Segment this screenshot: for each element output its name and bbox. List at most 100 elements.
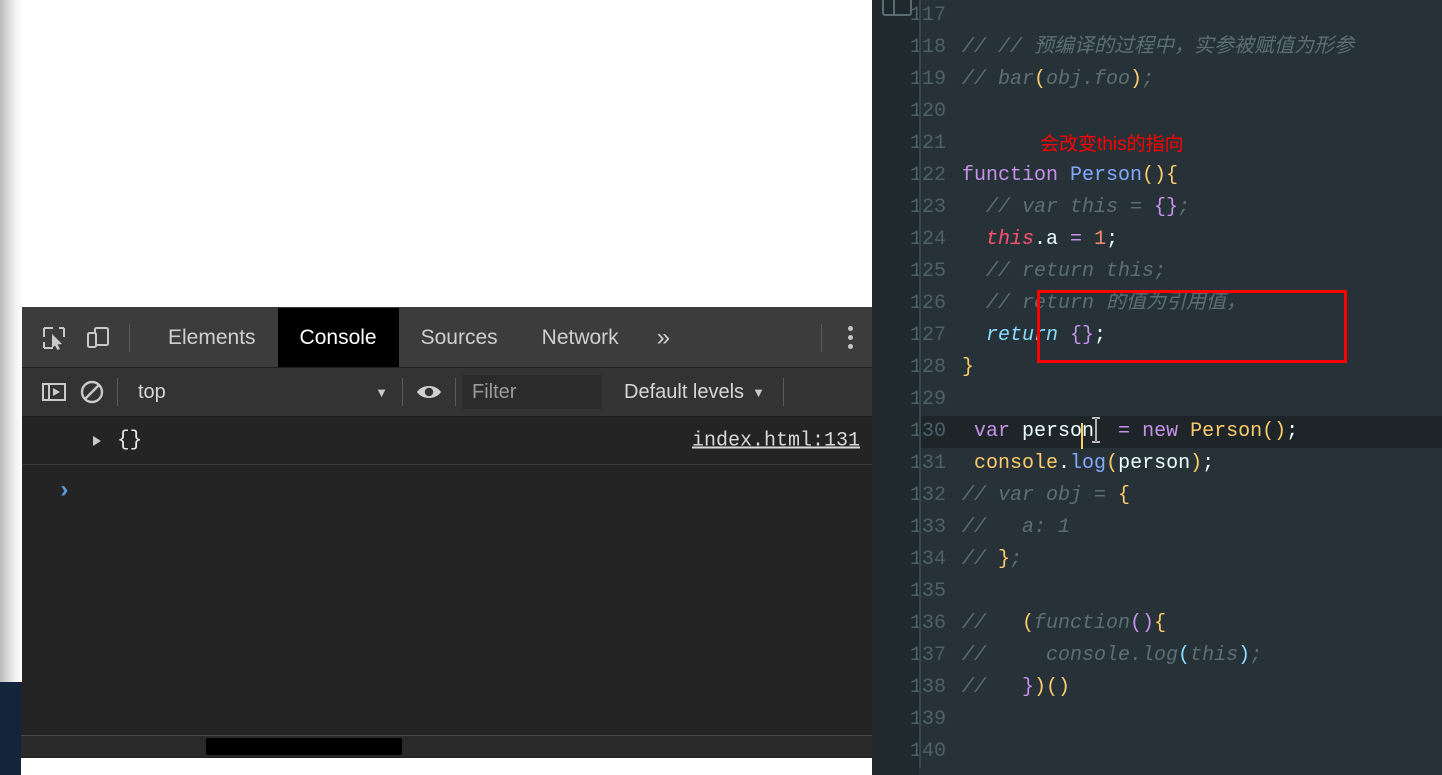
code-token: Person: [1190, 420, 1263, 443]
code-token: function: [962, 164, 1071, 187]
line-number: 130: [909, 420, 946, 443]
indent-guide: [919, 640, 921, 672]
code-token: // return 的值为引用值，: [962, 292, 1247, 315]
code-editor: 117 118// // 预编译的过程中，实参被赋值为形参 119// bar(ob…: [872, 0, 1442, 775]
code-token: {}: [1154, 196, 1179, 219]
code-line[interactable]: 134 // };: [910, 544, 1442, 576]
code-line[interactable]: 136 // (function(){: [910, 608, 1442, 640]
indent-guide: [919, 448, 921, 480]
log-levels-select[interactable]: Default levels ▼: [612, 375, 777, 409]
indent-guide: [919, 128, 921, 160]
browser-horizontal-scrollbar[interactable]: [21, 735, 872, 756]
disclosure-triangle-icon[interactable]: [93, 435, 101, 446]
console-message-row[interactable]: {} index.html:131: [21, 417, 872, 465]
filterbar-divider-1: [117, 378, 118, 406]
code-line[interactable]: 119 // bar(obj.foo);: [910, 64, 1442, 96]
line-number: 126: [909, 292, 946, 315]
filter-input[interactable]: [462, 375, 602, 409]
code-token: person: [1118, 452, 1191, 475]
code-token: (: [1178, 644, 1191, 667]
indent-guide: [919, 224, 921, 256]
code-token: (): [1130, 612, 1155, 635]
console-source-link[interactable]: index.html:131: [692, 429, 860, 452]
code-line[interactable]: 122 function Person(){: [910, 160, 1442, 192]
indent-guide: [919, 320, 921, 352]
code-line[interactable]: 131 console.log(person);: [910, 448, 1442, 480]
code-line[interactable]: 132 // var obj = {: [910, 480, 1442, 512]
line-number: 133: [909, 516, 946, 539]
code-line[interactable]: 126 // return 的值为引用值，: [910, 288, 1442, 320]
code-line[interactable]: 139: [910, 704, 1442, 736]
more-options-icon[interactable]: [828, 308, 872, 367]
console-prompt-row[interactable]: ›: [21, 465, 872, 517]
code-line[interactable]: 129: [910, 384, 1442, 416]
toolbar-divider: [129, 323, 130, 352]
line-number: 119: [909, 68, 946, 91]
line-number: 139: [909, 708, 946, 731]
console-object-preview[interactable]: {}: [117, 429, 142, 452]
indent-guide: [919, 32, 921, 64]
code-lines-container[interactable]: 117 118// // 预编译的过程中，实参被赋值为形参 119// bar(ob…: [910, 0, 1442, 775]
code-token: (: [1022, 612, 1035, 635]
indent-guide: [919, 480, 921, 512]
indent-guide: [919, 160, 921, 192]
code-line[interactable]: 118 // // 预编译的过程中，实参被赋值为形参: [910, 32, 1442, 64]
code-token: //: [962, 676, 1023, 699]
tab-sources[interactable]: Sources: [399, 308, 520, 367]
line-number: 122: [909, 164, 946, 187]
code-line[interactable]: 128}: [910, 352, 1442, 384]
code-token: (): [1142, 164, 1167, 187]
taskbar-sliver: [0, 682, 21, 775]
code-line[interactable]: 138 // })(): [910, 672, 1442, 704]
line-number: 129: [909, 388, 946, 411]
chevron-down-icon-levels: ▼: [752, 384, 765, 400]
code-token: ;: [1202, 452, 1215, 475]
code-token: (: [1106, 452, 1119, 475]
live-expression-eye-icon[interactable]: [409, 375, 449, 409]
code-token: ): [1238, 644, 1251, 667]
code-line[interactable]: 135: [910, 576, 1442, 608]
code-line[interactable]: 130 var person = new Person();: [910, 416, 1442, 448]
code-token: ): [1190, 452, 1203, 475]
tabs-overflow-icon[interactable]: »: [641, 308, 686, 367]
clear-console-icon[interactable]: [73, 373, 111, 411]
code-line[interactable]: 140: [910, 736, 1442, 768]
console-filter-bar: top ▼ Default levels ▼: [21, 368, 872, 417]
code-line[interactable]: 133 // a: 1: [910, 512, 1442, 544]
page-viewport[interactable]: [21, 0, 872, 307]
device-toolbar-icon[interactable]: [79, 319, 117, 357]
indent-guide: [919, 512, 921, 544]
code-token: ): [1130, 68, 1143, 91]
line-number: 118: [909, 36, 946, 59]
code-line[interactable]: 137 // console.log(this);: [910, 640, 1442, 672]
code-token: (: [1034, 68, 1047, 91]
screen: Elements Console Sources Network » top ▼…: [0, 0, 1442, 775]
code-line[interactable]: 121: [910, 128, 1442, 160]
indent-guide: [919, 704, 921, 736]
code-line[interactable]: 123 // var this = {};: [910, 192, 1442, 224]
code-line[interactable]: 127 return {};: [910, 320, 1442, 352]
execution-context-select[interactable]: top ▼: [128, 377, 396, 407]
tab-console[interactable]: Console: [277, 308, 399, 367]
console-sidebar-icon[interactable]: [35, 373, 73, 411]
code-line[interactable]: 125 // return this;: [910, 256, 1442, 288]
code-token: // bar: [962, 68, 1035, 91]
indent-guide: [919, 608, 921, 640]
filterbar-divider-2: [402, 378, 403, 406]
code-token: obj.foo: [1046, 68, 1131, 91]
indent-guide: [919, 384, 921, 416]
inspect-element-icon[interactable]: [35, 319, 73, 357]
code-line[interactable]: 117: [910, 0, 1442, 32]
devtools-tool-icons: [21, 308, 146, 367]
code-line[interactable]: 120: [910, 96, 1442, 128]
filterbar-divider-3: [455, 378, 456, 406]
code-token: console: [974, 452, 1059, 475]
tab-network[interactable]: Network: [520, 308, 641, 367]
scrollbar-thumb[interactable]: [206, 738, 402, 755]
console-prompt-input[interactable]: [71, 478, 872, 504]
tab-elements[interactable]: Elements: [146, 308, 278, 367]
code-token: }: [1022, 676, 1035, 699]
code-token: new: [1142, 420, 1191, 443]
code-line[interactable]: 124 this.a = 1;: [910, 224, 1442, 256]
